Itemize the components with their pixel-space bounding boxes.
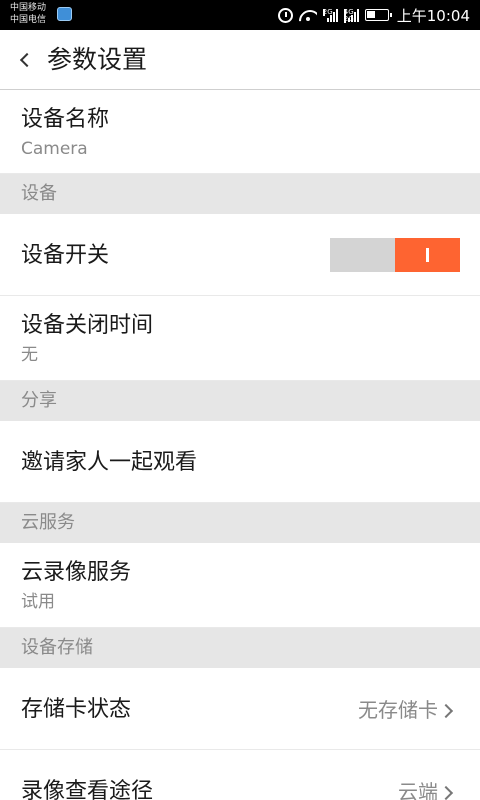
network-type-1: 2G (322, 7, 333, 16)
status-icons: 2G 4G 2G 上午10:04 (277, 0, 470, 30)
chevron-right-icon (438, 703, 454, 719)
device-off-time-value: 无 (21, 345, 38, 365)
carrier-1: 中国移动 (10, 3, 47, 13)
signal-1-icon: 2G (322, 7, 338, 22)
playback-path-value: 云端 (398, 780, 438, 800)
page-title: 参数设置 (47, 45, 148, 74)
wifi-icon (299, 8, 317, 22)
section-device: 设备 (0, 174, 480, 214)
carrier-info: 中国移动 中国电信 (10, 2, 46, 26)
carrier-2: 中国电信 (10, 15, 47, 25)
cloud-recording-value: 试用 (21, 592, 55, 612)
hd-voice-icon (57, 7, 72, 21)
chevron-right-icon (438, 785, 454, 800)
device-switch-toggle[interactable] (330, 238, 460, 272)
sd-status-label: 存储卡状态 (21, 697, 132, 722)
network-type-2: 4G 2G (343, 8, 354, 23)
toggle-track-off (330, 238, 395, 272)
sd-status-value: 无存储卡 (358, 698, 438, 722)
back-arrow-icon[interactable] (19, 52, 35, 68)
status-bar: 中国移动 中国电信 2G 4G 2G 上午10:04 (0, 0, 480, 30)
signal-2-icon: 4G 2G (343, 8, 359, 23)
invite-row[interactable]: 邀请家人一起观看 (0, 421, 480, 503)
cloud-recording-row[interactable]: 云录像服务 试用 (0, 543, 480, 628)
section-storage-label: 设备存储 (21, 637, 93, 658)
section-cloud: 云服务 (0, 503, 480, 543)
playback-path-label: 录像查看途径 (21, 779, 154, 800)
battery-icon (364, 9, 392, 21)
device-name-row[interactable]: 设备名称 Camera (0, 90, 480, 174)
device-switch-label: 设备开关 (21, 243, 110, 268)
device-name-value: Camera (21, 139, 88, 159)
network-type-2b: 2G (344, 15, 354, 23)
invite-label: 邀请家人一起观看 (21, 450, 198, 475)
alarm-icon (277, 7, 293, 23)
playback-path-row[interactable]: 录像查看途径 云端 (0, 750, 480, 800)
toggle-track-on (395, 238, 460, 272)
section-device-label: 设备 (21, 183, 57, 204)
cloud-recording-label: 云录像服务 (21, 560, 132, 585)
device-off-time-row[interactable]: 设备关闭时间 无 (0, 296, 480, 381)
device-off-time-label: 设备关闭时间 (21, 313, 154, 338)
sd-status-row[interactable]: 存储卡状态 无存储卡 (0, 668, 480, 750)
section-share: 分享 (0, 381, 480, 421)
section-cloud-label: 云服务 (21, 512, 75, 533)
status-clock: 上午10:04 (396, 6, 470, 25)
section-storage: 设备存储 (0, 628, 480, 668)
device-name-label: 设备名称 (21, 107, 110, 132)
device-switch-row: 设备开关 (0, 214, 480, 296)
page-header: 参数设置 (0, 30, 480, 90)
section-share-label: 分享 (21, 390, 57, 411)
